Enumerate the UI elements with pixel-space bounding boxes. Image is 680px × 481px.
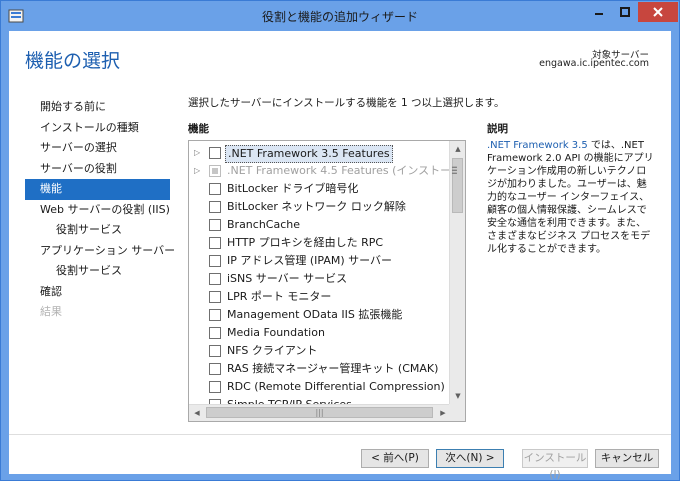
target-server-name: engawa.ic.ipentec.com: [539, 58, 649, 69]
description-body: では、.NET Framework 2.0 API の機能にアプリケーション作成…: [487, 140, 654, 255]
cancel-button[interactable]: キャンセル: [595, 449, 659, 468]
page-title: 機能の選択: [25, 50, 121, 72]
feature-row[interactable]: HTTP プロキシを経由した RPC: [189, 234, 451, 252]
feature-row[interactable]: RDC (Remote Differential Compression): [189, 378, 451, 396]
maximize-button[interactable]: [612, 2, 638, 22]
scroll-down-icon[interactable]: ▼: [450, 388, 465, 404]
window-title: 役割と機能の追加ウィザード: [261, 10, 418, 24]
minimize-button[interactable]: [586, 2, 612, 22]
feature-row[interactable]: BitLocker ドライブ暗号化: [189, 180, 451, 198]
vertical-scrollbar[interactable]: ▲ ━ ━ ━ ▼: [449, 141, 465, 404]
nav-item-web-role-services[interactable]: 役割サービス: [25, 220, 170, 241]
feature-description: .NET Framework 3.5 では、.NET Framework 2.0…: [487, 139, 654, 256]
nav-item-server-selection[interactable]: サーバーの選択: [25, 138, 170, 159]
feature-checkbox[interactable]: [209, 147, 221, 159]
nav-item-before-you-begin[interactable]: 開始する前に: [25, 97, 170, 118]
feature-row[interactable]: BitLocker ネットワーク ロック解除: [189, 198, 451, 216]
scroll-up-icon[interactable]: ▲: [450, 141, 465, 157]
description-heading: 説明: [487, 123, 508, 135]
feature-row[interactable]: iSNS サーバー サービス: [189, 270, 451, 288]
feature-label: LPR ポート モニター: [227, 290, 332, 303]
feature-row[interactable]: ▷ .NET Framework 3.5 Features: [189, 144, 451, 163]
wizard-client-area: 機能の選択 対象サーバー engawa.ic.ipentec.com 開始する前…: [9, 31, 671, 481]
nav-item-features[interactable]: 機能: [25, 179, 170, 200]
nav-item-app-role-services[interactable]: 役割サービス: [25, 261, 170, 282]
features-heading: 機能: [188, 123, 209, 135]
feature-row[interactable]: NFS クライアント: [189, 342, 451, 360]
description-feature-name: .NET Framework 3.5: [487, 140, 588, 151]
nav-item-application-server[interactable]: アプリケーション サーバー: [25, 241, 175, 262]
horizontal-scrollbar[interactable]: ◀ ||| ▶: [189, 404, 451, 421]
close-button[interactable]: [638, 2, 678, 22]
nav-item-web-server-role[interactable]: Web サーバーの役割 (IIS): [25, 200, 170, 221]
feature-label: BitLocker ネットワーク ロック解除: [227, 200, 406, 213]
feature-checkbox[interactable]: [209, 201, 221, 213]
feature-row[interactable]: Media Foundation: [189, 324, 451, 342]
nav-item-results: 結果: [40, 305, 62, 318]
feature-label: .NET Framework 4.5 Features (インストール済み: [227, 164, 451, 177]
feature-checkbox[interactable]: [209, 219, 221, 231]
wizard-steps-nav: 開始する前に インストールの種類 サーバーの選択 サーバーの役割 機能 Web …: [25, 97, 175, 323]
feature-checkbox[interactable]: [209, 363, 221, 375]
back-button[interactable]: < 前へ(P): [361, 449, 429, 468]
feature-checkbox[interactable]: [209, 291, 221, 303]
features-rows: ▷ .NET Framework 3.5 Features ▷ .NET Framew…: [189, 144, 451, 404]
scroll-grip-icon: ━ ━ ━: [452, 163, 457, 178]
feature-label: Media Foundation: [227, 326, 325, 339]
feature-checkbox[interactable]: [209, 183, 221, 195]
nav-item-server-roles[interactable]: サーバーの役割: [25, 159, 170, 180]
next-button[interactable]: 次へ(N) >: [436, 449, 504, 468]
feature-checkbox[interactable]: [209, 381, 221, 393]
feature-row[interactable]: LPR ポート モニター: [189, 288, 451, 306]
expand-arrow-icon[interactable]: ▷: [194, 144, 202, 162]
feature-checkbox[interactable]: [209, 309, 221, 321]
features-tree-list[interactable]: ▷ .NET Framework 3.5 Features ▷ .NET Framew…: [188, 140, 466, 422]
scrollbar-corner: [449, 404, 465, 421]
feature-label: Simple TCP/IP Services: [227, 396, 352, 404]
feature-label: IP アドレス管理 (IPAM) サーバー: [227, 254, 393, 267]
feature-row[interactable]: ▷ .NET Framework 4.5 Features (インストール済み: [189, 162, 451, 180]
feature-row[interactable]: RAS 接続マネージャー管理キット (CMAK): [189, 360, 451, 378]
feature-label: .NET Framework 3.5 Features: [225, 145, 393, 163]
close-icon: [653, 7, 663, 17]
feature-row[interactable]: IP アドレス管理 (IPAM) サーバー: [189, 252, 451, 270]
nav-item-installation-type[interactable]: インストールの種類: [25, 118, 170, 139]
feature-label: RAS 接続マネージャー管理キット (CMAK): [227, 362, 439, 375]
feature-row[interactable]: BranchCache: [189, 216, 451, 234]
feature-checkbox[interactable]: [209, 255, 221, 267]
feature-label: NFS クライアント: [227, 344, 318, 357]
nav-item-confirmation[interactable]: 確認: [25, 282, 170, 303]
scroll-left-icon[interactable]: ◀: [189, 405, 205, 421]
maximize-icon: [620, 7, 630, 17]
title-bar[interactable]: 役割と機能の追加ウィザード: [1, 1, 679, 31]
feature-checkbox[interactable]: [209, 327, 221, 339]
horizontal-scroll-thumb[interactable]: |||: [206, 407, 433, 418]
feature-label: Management OData IIS 拡張機能: [227, 308, 403, 321]
feature-checkbox[interactable]: [209, 237, 221, 249]
feature-label: BitLocker ドライブ暗号化: [227, 182, 359, 195]
instruction-text: 選択したサーバーにインストールする機能を 1 つ以上選択します。: [188, 97, 505, 109]
feature-checkbox[interactable]: [209, 273, 221, 285]
feature-checkbox[interactable]: [209, 345, 221, 357]
feature-label: RDC (Remote Differential Compression): [227, 380, 445, 393]
footer-divider: [9, 434, 671, 435]
feature-checkbox: [209, 165, 221, 177]
feature-label: iSNS サーバー サービス: [227, 272, 348, 285]
feature-row[interactable]: Management OData IIS 拡張機能: [189, 306, 451, 324]
feature-row[interactable]: Simple TCP/IP Services: [189, 396, 451, 404]
minimize-icon: [595, 13, 603, 15]
wizard-window: 役割と機能の追加ウィザード 機能の選択 対象サーバー engawa.ic.ipe…: [0, 0, 680, 481]
install-button: インストール(I): [522, 449, 588, 481]
feature-label: HTTP プロキシを経由した RPC: [227, 236, 384, 249]
expand-arrow-icon[interactable]: ▷: [194, 162, 202, 180]
feature-label: BranchCache: [227, 218, 301, 231]
